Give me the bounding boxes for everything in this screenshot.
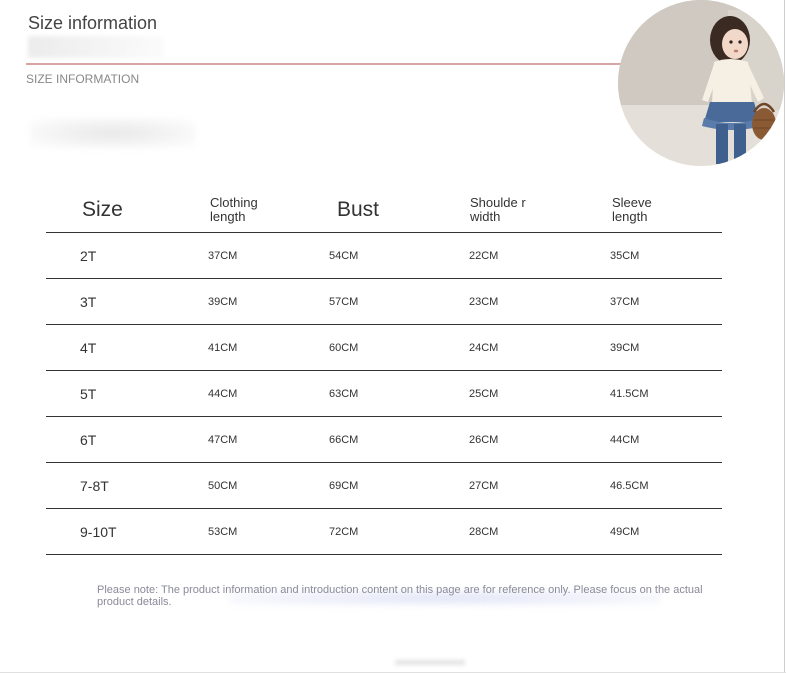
header-sleeve-length: Sleeve length	[612, 195, 652, 224]
cell-shoulder-width: 25CM	[469, 387, 499, 400]
cell-clothing-length: 44CM	[208, 387, 238, 400]
cell-clothing-length: 47CM	[208, 433, 238, 446]
size-table: Size Clothing length Bust Shoulde r widt…	[46, 188, 722, 555]
child-model-illustration	[618, 0, 784, 166]
cell-shoulder-width: 26CM	[469, 433, 499, 446]
cell-clothing-length: 39CM	[208, 295, 238, 308]
cell-clothing-length: 41CM	[208, 341, 238, 354]
table-row: 6T 47CM 66CM 26CM 44CM	[46, 417, 722, 463]
cell-bust: 72CM	[329, 525, 359, 538]
cell-clothing-length: 53CM	[208, 525, 238, 538]
cell-bust: 69CM	[329, 479, 359, 492]
cell-sleeve-length: 35CM	[610, 249, 640, 262]
cell-shoulder-width: 27CM	[469, 479, 499, 492]
cell-bust: 54CM	[329, 249, 359, 262]
table-row: 3T 39CM 57CM 23CM 37CM	[46, 279, 722, 325]
page-subtitle: SIZE INFORMATION	[26, 72, 140, 86]
header-shoulder-width: Shoulde r width	[470, 195, 526, 224]
table-header-row: Size Clothing length Bust Shoulde r widt…	[46, 188, 722, 233]
cell-sleeve-length: 37CM	[610, 295, 640, 308]
header-clothing-length: Clothing length	[210, 195, 258, 224]
table-row: 7-8T 50CM 69CM 27CM 46.5CM	[46, 463, 722, 509]
cell-size: 6T	[80, 431, 97, 448]
cell-sleeve-length: 46.5CM	[610, 479, 649, 492]
cell-size: 4T	[80, 339, 97, 356]
cell-bust: 57CM	[329, 295, 359, 308]
title-reflection	[28, 36, 163, 58]
cell-clothing-length: 37CM	[208, 249, 238, 262]
cell-shoulder-width: 24CM	[469, 341, 499, 354]
reference-note: Please note: The product information and…	[97, 584, 703, 608]
page-title: Size information	[28, 13, 158, 33]
table-row: 9-10T 53CM 72CM 28CM 49CM	[46, 509, 722, 555]
cell-sleeve-length: 44CM	[610, 433, 640, 446]
table-row: 4T 41CM 60CM 24CM 39CM	[46, 325, 722, 371]
table-row: 2T 37CM 54CM 22CM 35CM	[46, 233, 722, 279]
header-size: Size	[82, 198, 123, 221]
cell-shoulder-width: 23CM	[469, 295, 499, 308]
cell-shoulder-width: 28CM	[469, 525, 499, 538]
cell-sleeve-length: 41.5CM	[610, 387, 649, 400]
page-border-right	[784, 0, 785, 673]
cell-size: 5T	[80, 385, 97, 402]
cell-shoulder-width: 22CM	[469, 249, 499, 262]
cell-bust: 60CM	[329, 341, 359, 354]
faded-text-smudge	[30, 118, 195, 148]
header-bust: Bust	[337, 198, 380, 221]
cell-sleeve-length: 39CM	[610, 341, 640, 354]
cell-size: 3T	[80, 293, 97, 310]
cell-size: 2T	[80, 247, 97, 264]
cell-size: 9-10T	[80, 523, 117, 540]
bottom-smudge	[395, 660, 465, 665]
cell-sleeve-length: 49CM	[610, 525, 640, 538]
cell-bust: 66CM	[329, 433, 359, 446]
title-divider	[26, 63, 626, 65]
table-row: 5T 44CM 63CM 25CM 41.5CM	[46, 371, 722, 417]
product-photo	[618, 0, 784, 166]
cell-bust: 63CM	[329, 387, 359, 400]
cell-clothing-length: 50CM	[208, 479, 238, 492]
cell-size: 7-8T	[80, 477, 109, 494]
